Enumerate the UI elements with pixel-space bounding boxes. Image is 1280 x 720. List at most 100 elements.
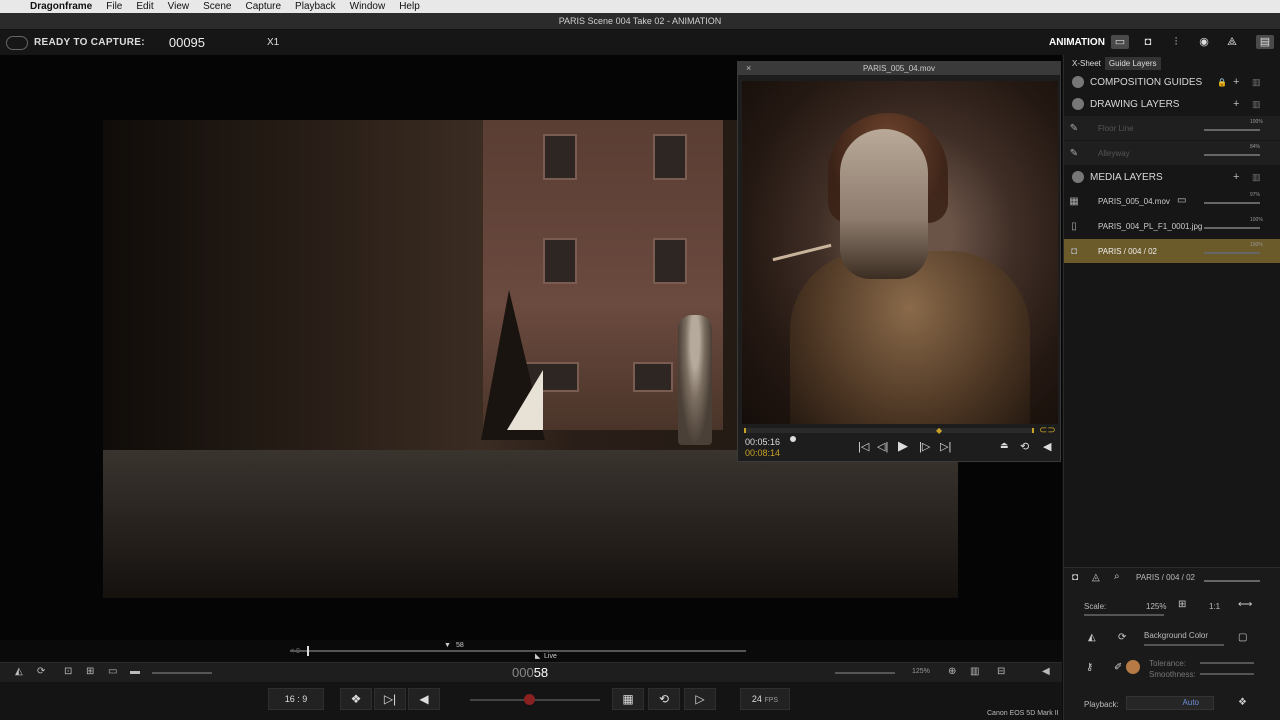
- composition-guides-header[interactable]: COMPOSITION GUIDES 🔒 + ▥: [1064, 71, 1280, 93]
- onion-skin-icon[interactable]: ❖: [340, 688, 372, 710]
- menu-scene[interactable]: Scene: [203, 1, 231, 12]
- zoom-icon[interactable]: ⌕: [1114, 571, 1120, 582]
- zoom-slider[interactable]: [835, 672, 895, 674]
- background-color-slider[interactable]: [1144, 644, 1224, 646]
- app-menu[interactable]: Dragonframe: [30, 1, 92, 12]
- loop-button-icon[interactable]: ▦: [612, 688, 644, 710]
- panel-toggle-icon[interactable]: ▤: [1256, 35, 1274, 49]
- live-marker-icon[interactable]: ◣: [535, 652, 540, 660]
- camera-icon[interactable]: ◘: [1072, 572, 1078, 583]
- go-to-end-icon[interactable]: ▷|: [940, 440, 951, 453]
- arc-workspace-icon[interactable]: ◉: [1195, 35, 1213, 49]
- tab-x-sheet[interactable]: X-Sheet: [1068, 57, 1105, 70]
- close-icon[interactable]: ×: [746, 62, 751, 75]
- grid-icon[interactable]: ⊞: [1178, 599, 1186, 610]
- fit-width-icon[interactable]: ⟷: [1238, 599, 1252, 610]
- short-play-icon[interactable]: ▷: [684, 688, 716, 710]
- audio-workspace-icon[interactable]: ⫶: [1167, 35, 1185, 49]
- crop-icon[interactable]: ▢: [1238, 632, 1247, 643]
- trash-icon[interactable]: ▥: [1252, 172, 1261, 183]
- menu-help[interactable]: Help: [399, 1, 420, 12]
- play-icon[interactable]: ▶: [898, 438, 908, 454]
- fps-display[interactable]: 24 FPS: [740, 688, 790, 710]
- key-color-swatch[interactable]: [1126, 660, 1140, 674]
- menu-file[interactable]: File: [106, 1, 122, 12]
- timeline-track[interactable]: [290, 650, 746, 652]
- opacity-slider[interactable]: [1204, 154, 1260, 156]
- playback-select[interactable]: Auto: [1126, 696, 1214, 710]
- capture-toggle-icon[interactable]: [6, 35, 28, 50]
- play-loop-icon[interactable]: ⟲: [648, 688, 680, 710]
- volume-icon[interactable]: ◀: [1043, 440, 1051, 453]
- playhead-marker-icon[interactable]: ◆: [936, 426, 942, 435]
- opacity-slider[interactable]: [1204, 580, 1260, 582]
- onion-skin-icon[interactable]: ❖: [1238, 697, 1247, 708]
- eyedropper-icon[interactable]: ✐: [1114, 662, 1122, 673]
- menu-view[interactable]: View: [168, 1, 190, 12]
- opacity-slider[interactable]: [1204, 129, 1260, 131]
- add-drawing-layer-icon[interactable]: +: [1233, 98, 1239, 110]
- frame-timeline[interactable]: < 0 ▼ 58 ◣ Live: [0, 640, 1062, 662]
- onion-skin-slider[interactable]: [152, 672, 212, 674]
- step-back-icon[interactable]: ◁|: [877, 440, 888, 453]
- menu-edit[interactable]: Edit: [136, 1, 153, 12]
- monitor-icon[interactable]: ▭: [1177, 195, 1186, 206]
- opacity-slider[interactable]: [1204, 202, 1260, 204]
- toggle-live-icon[interactable]: ▷|: [374, 688, 406, 710]
- smoothness-slider[interactable]: [1200, 673, 1254, 675]
- frame-marker-icon[interactable]: ▼: [444, 642, 451, 649]
- loop-icon[interactable]: ⟳: [37, 666, 45, 677]
- mask-icon[interactable]: ▭: [108, 666, 117, 677]
- cinematography-workspace-icon[interactable]: ◘: [1139, 35, 1157, 49]
- media-layer-row[interactable]: ▯ PARIS_004_PL_F1_0001.jpg 100%: [1064, 214, 1280, 238]
- lock-icon[interactable]: 🔒: [1217, 78, 1227, 87]
- flip-icon[interactable]: ◭: [15, 666, 23, 677]
- opacity-slider[interactable]: [1204, 252, 1260, 254]
- media-layer-row[interactable]: ▦ PARIS_005_04.mov ▭ 97%: [1064, 189, 1280, 213]
- movie-window-titlebar[interactable]: × PARIS_005_04.mov: [738, 62, 1060, 75]
- tolerance-slider[interactable]: [1200, 662, 1254, 664]
- step-back-icon[interactable]: ◀: [408, 688, 440, 710]
- layers-icon[interactable]: ◬: [1092, 572, 1100, 583]
- go-to-start-icon[interactable]: |◁: [858, 440, 869, 453]
- letterbox-icon[interactable]: ▬: [130, 666, 140, 677]
- loop-icon[interactable]: ⟲: [1020, 440, 1029, 453]
- media-layers-header[interactable]: MEDIA LAYERS + ▥: [1064, 166, 1280, 188]
- frame-guide-icon[interactable]: ⊡: [64, 666, 72, 677]
- menu-window[interactable]: Window: [350, 1, 386, 12]
- time-toggle-icon[interactable]: [790, 436, 796, 442]
- one-to-one-button[interactable]: 1:1: [1209, 602, 1220, 611]
- opacity-slider[interactable]: [1204, 227, 1260, 229]
- tab-guide-layers[interactable]: Guide Layers: [1104, 56, 1161, 70]
- add-media-layer-icon[interactable]: +: [1233, 171, 1239, 183]
- key-icon[interactable]: ⚷: [1086, 662, 1093, 673]
- link-icon[interactable]: ⊂⊃: [1039, 425, 1056, 436]
- animation-workspace-icon[interactable]: ▭: [1111, 35, 1129, 49]
- drawing-layer-row[interactable]: ✎ Alleyway 84%: [1064, 141, 1280, 165]
- step-forward-icon[interactable]: |▷: [919, 440, 930, 453]
- motion-control-icon[interactable]: ⟁: [1223, 35, 1241, 49]
- media-layer-row-selected[interactable]: ◘ PARIS / 004 / 02 100%: [1064, 239, 1280, 263]
- bounce-icon[interactable]: ⏏: [1000, 440, 1009, 451]
- trash-icon[interactable]: ▥: [1252, 77, 1261, 88]
- scale-slider[interactable]: [1084, 614, 1164, 616]
- menu-playback[interactable]: Playback: [295, 1, 336, 12]
- movie-scrubber[interactable]: ◆: [744, 426, 1034, 435]
- playback-slider[interactable]: [470, 699, 600, 701]
- ruler-icon[interactable]: ▥: [970, 666, 979, 677]
- record-indicator-icon[interactable]: [524, 694, 535, 705]
- menu-capture[interactable]: Capture: [245, 1, 281, 12]
- drawing-layers-header[interactable]: DRAWING LAYERS + ▥: [1064, 93, 1280, 115]
- aspect-ratio-button[interactable]: 16 : 9: [268, 688, 324, 710]
- flip-icon[interactable]: ◭: [1088, 632, 1096, 643]
- in-point-marker[interactable]: [307, 646, 313, 656]
- grid-icon[interactable]: ⊞: [86, 666, 94, 677]
- audio-icon[interactable]: ◀: [1042, 666, 1050, 677]
- add-composition-icon[interactable]: +: [1233, 76, 1239, 88]
- drawing-layer-row[interactable]: ✎ Floor Line 100%: [1064, 116, 1280, 140]
- rotate-icon[interactable]: ⟳: [1118, 632, 1126, 643]
- trash-icon[interactable]: ▥: [1252, 99, 1261, 110]
- split-view-icon[interactable]: ⊟: [997, 666, 1005, 677]
- crosshair-icon[interactable]: ⊕: [948, 666, 956, 677]
- exposure-multiplier[interactable]: X1: [267, 37, 279, 48]
